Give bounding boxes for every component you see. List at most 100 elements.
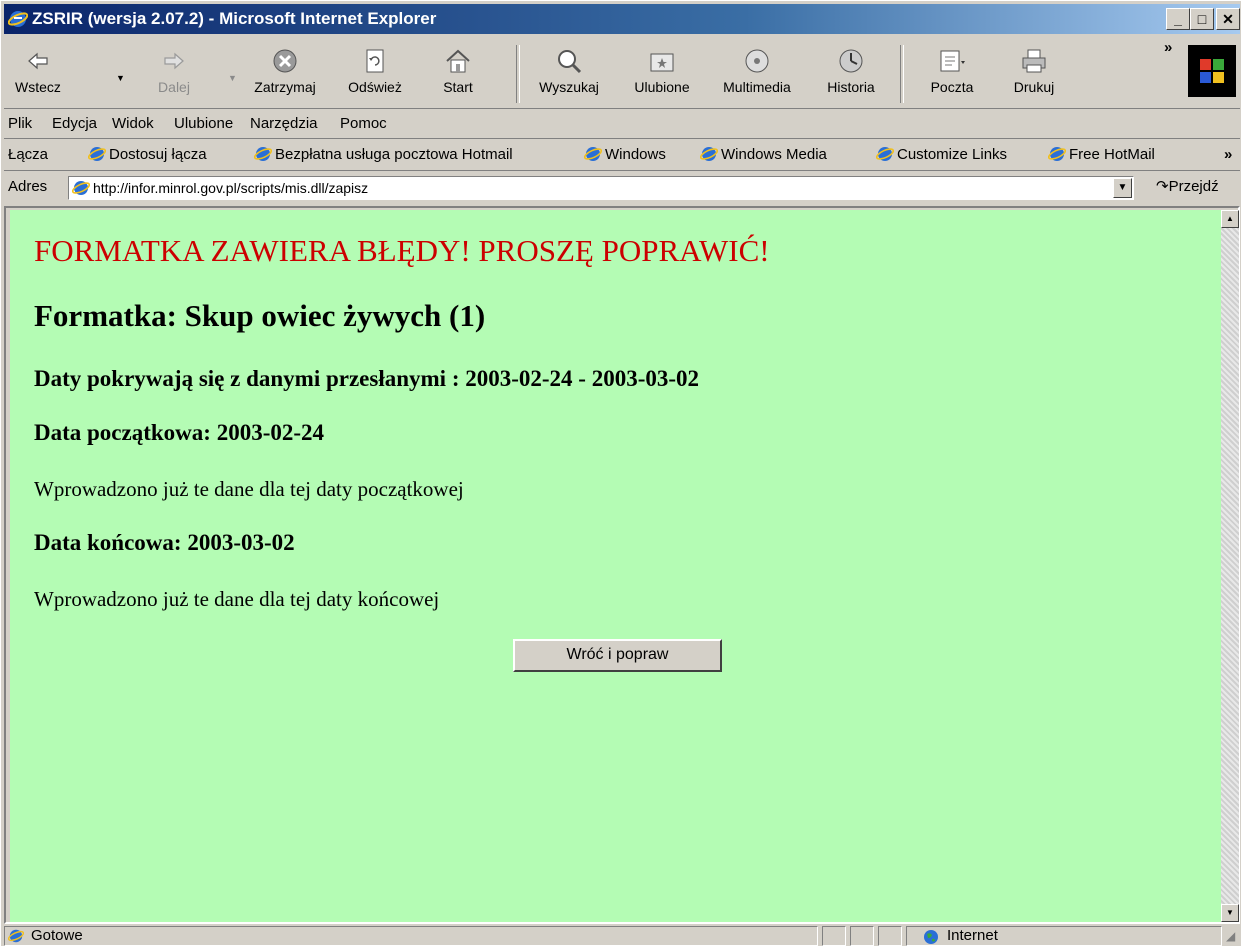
stop-label: Zatrzymaj [254, 79, 316, 95]
forward-arrow-icon [164, 52, 184, 70]
home-button[interactable]: Start [428, 43, 488, 105]
windows-flag-icon [1200, 59, 1224, 83]
menu-file[interactable]: Plik [8, 111, 32, 137]
ie-page-icon [876, 147, 894, 161]
menu-view[interactable]: Widok [112, 111, 154, 137]
overlap-heading: Daty pokrywają się z danymi przesłanymi … [34, 366, 700, 391]
standard-toolbar: Wstecz ▼ Dalej ▼ Zatrzymaj Odśwież Start… [4, 37, 1240, 109]
back-label: Wstecz [15, 79, 61, 95]
link-label: Windows Media [721, 146, 827, 163]
back-dropdown-icon[interactable]: ▼ [116, 73, 125, 83]
back-arrow-icon [28, 52, 48, 70]
scroll-up-button[interactable]: ▲ [1221, 210, 1239, 228]
link-label: Bezpłatna usługa pocztowa Hotmail [275, 146, 513, 163]
back-and-fix-button[interactable]: Wróć i popraw [513, 639, 722, 672]
refresh-label: Odśwież [348, 79, 402, 95]
ie-page-icon [584, 147, 602, 161]
status-bar: Gotowe Internet ◢ [4, 925, 1240, 947]
status-panel-lock [850, 926, 874, 946]
print-button[interactable]: Drukuj [1004, 43, 1064, 105]
ie-page-icon [8, 929, 24, 943]
windows-throbber-logo [1188, 45, 1236, 97]
links-label: Łącza [8, 146, 49, 163]
page-content: FORMATKA ZAWIERA BŁĘDY! PROSZĘ POPRAWIĆ!… [10, 210, 1221, 922]
vertical-scrollbar[interactable]: ▲ ▼ [1221, 210, 1239, 922]
link-windows[interactable]: Windows [584, 141, 666, 169]
link-label: Customize Links [897, 146, 1008, 163]
favorites-button[interactable]: Ulubione [624, 43, 700, 105]
history-button[interactable]: Historia [814, 43, 888, 105]
error-heading: FORMATKA ZAWIERA BŁĘDY! PROSZĘ POPRAWIĆ! [34, 233, 770, 268]
end-date-heading: Data końcowa: 2003-03-02 [34, 530, 295, 555]
menu-help[interactable]: Pomoc [340, 111, 387, 137]
arrow-down-icon: ▼ [1226, 908, 1234, 917]
browser-window: ZSRIR (wersja 2.07.2) - Microsoft Intern… [0, 0, 1242, 947]
go-label: Przejdź [1168, 178, 1219, 195]
links-overflow-chevron[interactable]: » [1224, 141, 1232, 169]
toolbar-separator [900, 45, 904, 103]
status-panel-offline [878, 926, 902, 946]
status-zone-panel: Internet [906, 926, 1222, 946]
mail-icon [940, 50, 965, 72]
ie-page-icon [88, 147, 106, 161]
go-arrow-icon: ↷ [1156, 178, 1169, 195]
globe-icon [924, 930, 938, 944]
resize-grip-icon[interactable]: ◢ [1226, 925, 1235, 947]
multimedia-button[interactable]: Multimedia [710, 43, 804, 105]
go-button[interactable]: ↷Przejdź [1156, 173, 1219, 201]
link-windows-media[interactable]: Windows Media [700, 141, 827, 169]
arrow-up-icon: ▲ [1226, 214, 1234, 223]
maximize-button[interactable]: □ [1190, 8, 1214, 30]
forward-dropdown-icon[interactable]: ▼ [228, 73, 237, 83]
address-bar: Adres http://infor.minrol.gov.pl/scripts… [4, 173, 1240, 203]
mail-label: Poczta [930, 79, 974, 95]
form-heading: Formatka: Skup owiec żywych (1) [34, 298, 486, 333]
status-text: Gotowe [31, 927, 83, 944]
back-button[interactable]: Wstecz [8, 43, 68, 105]
link-hotmail-pl[interactable]: Bezpłatna usługa pocztowa Hotmail [254, 141, 513, 169]
home-label: Start [443, 79, 473, 95]
minimize-icon: _ [1174, 11, 1182, 27]
status-text-panel: Gotowe [4, 926, 818, 946]
print-icon [1022, 49, 1046, 73]
menu-tools[interactable]: Narzędzia [250, 111, 318, 137]
link-label: Dostosuj łącza [109, 146, 207, 163]
ie-logo-icon [8, 11, 28, 27]
stop-icon [273, 49, 297, 73]
end-date-message: Wprowadzono już te dane dla tej daty koń… [34, 587, 440, 611]
address-dropdown-button[interactable]: ▼ [1113, 178, 1132, 198]
menu-edit[interactable]: Edycja [52, 111, 97, 137]
address-label: Adres [8, 178, 48, 195]
start-date-message: Wprowadzono już te dane dla tej daty poc… [34, 477, 464, 501]
search-button[interactable]: Wyszukaj [530, 43, 608, 105]
link-free-hotmail[interactable]: Free HotMail [1048, 141, 1155, 169]
home-icon [446, 49, 470, 73]
status-zone-label: Internet [947, 927, 998, 944]
links-bar: Łącza Dostosuj łącza Bezpłatna usługa po… [4, 141, 1240, 171]
link-customize-links[interactable]: Customize Links [876, 141, 1007, 169]
close-button[interactable]: ✕ [1216, 8, 1240, 30]
link-customize-links-pl[interactable]: Dostosuj łącza [88, 141, 207, 169]
mail-button[interactable]: Poczta [912, 43, 992, 105]
window-title: ZSRIR (wersja 2.07.2) - Microsoft Intern… [32, 9, 437, 28]
multimedia-icon [745, 49, 769, 73]
title-bar[interactable]: ZSRIR (wersja 2.07.2) - Microsoft Intern… [4, 4, 1240, 34]
address-url: http://infor.minrol.gov.pl/scripts/mis.d… [93, 180, 369, 196]
link-label: Windows [605, 146, 666, 163]
search-icon [558, 50, 582, 74]
ie-page-icon [72, 181, 90, 195]
scroll-down-button[interactable]: ▼ [1221, 904, 1239, 922]
maximize-icon: □ [1197, 11, 1207, 27]
stop-button[interactable]: Zatrzymaj [244, 43, 326, 105]
refresh-button[interactable]: Odśwież [340, 43, 410, 105]
multimedia-label: Multimedia [723, 79, 791, 95]
start-date-heading: Data początkowa: 2003-02-24 [34, 420, 325, 445]
forward-button[interactable]: Dalej [144, 43, 204, 105]
menu-favorites[interactable]: Ulubione [174, 111, 233, 137]
address-input[interactable]: http://infor.minrol.gov.pl/scripts/mis.d… [68, 176, 1134, 200]
minimize-button[interactable]: _ [1166, 8, 1190, 30]
toolbar-overflow-chevron[interactable]: » [1164, 39, 1172, 56]
menu-bar: Plik Edycja Widok Ulubione Narzędzia Pom… [4, 111, 1240, 139]
favorites-icon [650, 53, 674, 72]
chevron-down-icon: ▼ [1117, 182, 1128, 193]
